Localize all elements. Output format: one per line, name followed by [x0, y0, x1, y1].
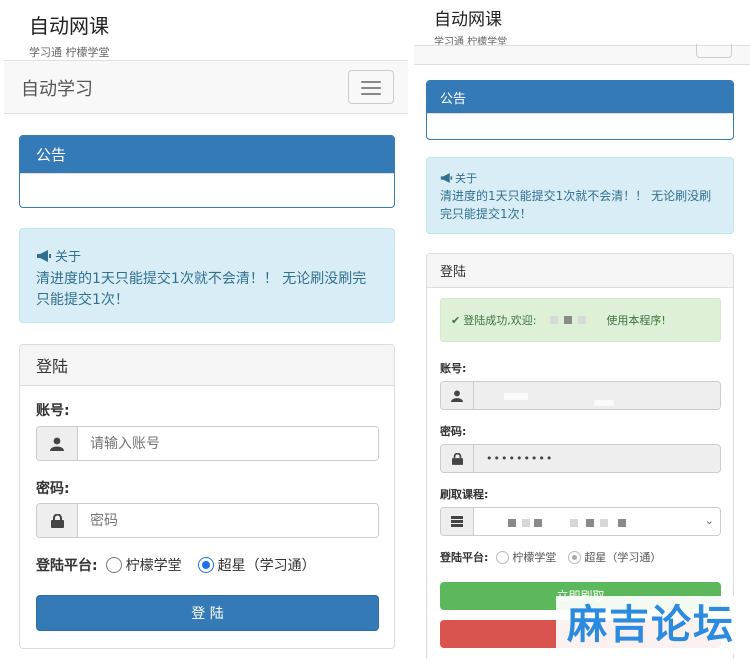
username-redacted [540, 315, 602, 325]
platform-option-lemon[interactable]: 柠檬学堂 [512, 549, 556, 565]
radio-chaoxing[interactable] [568, 550, 582, 564]
platform-label: 登陆平台: [36, 558, 98, 574]
chevron-down-icon: ⌄ [704, 514, 714, 527]
menu-toggle-button[interactable] [696, 44, 732, 58]
about-alert: 关于 清进度的1天只能提交1次就不会清！！ 无论刷没刷完只能提交1次！ [426, 157, 734, 234]
notice-panel: 公告 [426, 80, 734, 140]
account-input-readonly[interactable] [474, 382, 720, 409]
success-suffix: 使用本程序! [606, 314, 666, 327]
app-header: 自动网课 学习通 柠檬学堂 [434, 5, 507, 48]
account-input-group [36, 426, 379, 461]
password-input-readonly[interactable]: ••••••••• [474, 445, 720, 472]
watermark-logo: 麻吉论坛 [556, 596, 746, 654]
hamburger-bar-icon [361, 93, 381, 95]
password-input-group [36, 503, 379, 538]
account-input[interactable] [78, 427, 378, 460]
login-button[interactable]: 登 陆 [36, 595, 379, 631]
navbar: 自动学习 [4, 60, 408, 114]
about-title: 关于 [455, 172, 477, 185]
password-label: 密码: [36, 481, 70, 497]
platform-row: 登陆平台: 柠檬学堂 超星（学习通） [36, 555, 316, 575]
hamburger-bar-icon [361, 87, 381, 89]
platform-option-chaoxing[interactable]: 超星（学习通） [218, 555, 316, 575]
radio-lemon[interactable] [496, 550, 510, 564]
platform-label: 登陆平台: [440, 551, 489, 564]
lock-icon [37, 504, 78, 537]
password-label: 密码: [440, 425, 467, 438]
about-text: 清进度的1天只能提交1次就不会清！！ 无论刷没刷完只能提交1次！ [36, 271, 367, 308]
about-header: 关于 [440, 170, 720, 186]
app-title: 自动网课 [434, 10, 502, 30]
lock-icon [441, 445, 474, 472]
result-panel-title: 登陆 [427, 254, 733, 288]
about-title: 关于 [55, 250, 82, 265]
megaphone-icon [37, 249, 51, 262]
radio-lemon[interactable] [105, 557, 122, 573]
course-select[interactable]: ⌄ [474, 508, 720, 535]
screenshot-stage: 自动网课 学习通 柠檬学堂 自动学习 公告 关于 清进度的1天只能提交1次就不会… [0, 0, 750, 659]
account-label: 账号: [440, 362, 467, 375]
about-alert: 关于 清进度的1天只能提交1次就不会清！！ 无论刷没刷完只能提交1次！ [19, 228, 395, 323]
app-title: 自动网课 [29, 14, 109, 38]
account-input-group [440, 381, 721, 410]
menu-toggle-button[interactable] [348, 70, 394, 104]
platform-row: 登陆平台: 柠檬学堂 超星（学习通） [440, 549, 661, 565]
platform-option-lemon[interactable]: 柠檬学堂 [126, 555, 182, 575]
radio-chaoxing[interactable] [197, 557, 214, 573]
login-panel-title: 登陆 [20, 345, 394, 386]
about-text: 清进度的1天只能提交1次就不会清！！ 无论刷没刷完只能提交1次！ [440, 189, 712, 221]
success-prefix: 登陆成功,欢迎: [463, 314, 537, 327]
app-subtitle: 学习通 柠檬学堂 [29, 46, 110, 59]
notice-title: 公告 [427, 81, 733, 114]
password-input[interactable] [78, 504, 378, 537]
user-icon [441, 382, 474, 409]
hamburger-bar-icon [361, 81, 381, 83]
server-icon [441, 508, 474, 535]
about-header: 关于 [36, 246, 378, 265]
navbar [414, 44, 750, 65]
course-label: 刷取课程: [440, 488, 489, 501]
app-header: 自动网课 学习通 柠檬学堂 [29, 10, 110, 60]
navbar-brand[interactable]: 自动学习 [21, 75, 93, 101]
notice-body [20, 174, 394, 190]
notice-panel: 公告 [19, 135, 395, 208]
login-screen: 自动网课 学习通 柠檬学堂 自动学习 公告 关于 清进度的1天只能提交1次就不会… [0, 0, 408, 659]
notice-title: 公告 [20, 136, 394, 174]
password-input-group: ••••••••• [440, 444, 721, 473]
account-label: 账号: [36, 403, 70, 419]
logged-in-screen: 自动网课 学习通 柠檬学堂 公告 关于 清进度的1天只能提交1次就不会清！！ 无… [414, 0, 750, 659]
platform-option-chaoxing[interactable]: 超星（学习通） [584, 549, 661, 565]
check-icon: ✔ [451, 313, 461, 327]
course-select-group: ⌄ [440, 507, 721, 536]
user-icon [37, 427, 78, 460]
login-success-alert: ✔ 登陆成功,欢迎: 使用本程序! [440, 298, 721, 342]
megaphone-icon [440, 173, 453, 183]
